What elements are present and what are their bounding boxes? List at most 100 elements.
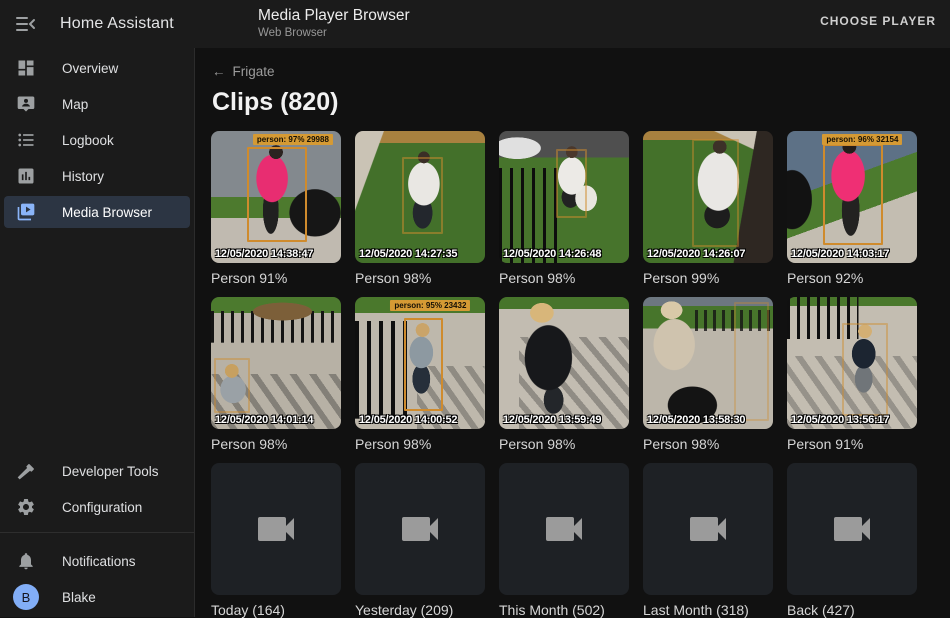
videocam-icon [828,505,876,553]
folder-thumbnail [787,463,917,595]
clip-label: Person 98% [355,270,485,286]
clip-card[interactable]: person: 96% 32154 12/05/2020 14:03:17 Pe… [787,131,917,286]
clip-label: Person 98% [499,436,629,452]
clip-card[interactable]: 12/05/2020 14:01:14 Person 98% [211,297,341,452]
folder-card-back[interactable]: Back (427) [787,463,917,618]
clip-thumbnail: person: 96% 32154 12/05/2020 14:03:17 [787,131,917,263]
detection-bounding-box [823,144,883,244]
detection-bounding-box [556,149,587,218]
folder-label: Today (164) [211,602,341,618]
folder-thumbnail [211,463,341,595]
clip-card[interactable]: 12/05/2020 13:56:17 Person 91% [787,297,917,452]
choose-player-button[interactable]: CHOOSE PLAYER [820,14,936,28]
clips-grid: person: 97% 29988 12/05/2020 14:38:47 Pe… [211,131,950,618]
clip-card[interactable]: 12/05/2020 14:27:35 Person 98% [355,131,485,286]
clip-timestamp: 12/05/2020 14:26:48 [503,248,601,260]
clip-card[interactable]: 12/05/2020 13:59:49 Person 98% [499,297,629,452]
clip-timestamp: 12/05/2020 14:38:47 [215,248,313,260]
clip-card[interactable]: 12/05/2020 14:26:07 Person 99% [643,131,773,286]
folder-card-this-month[interactable]: This Month (502) [499,463,629,618]
sidebar: Overview Map Logbook [0,48,195,617]
chart-box-icon [16,166,36,186]
media-browser-content: ← Frigate Clips (820) person: 97% 29988 … [196,48,950,617]
folder-card-last-month[interactable]: Last Month (318) [643,463,773,618]
app-title: Home Assistant [60,15,174,33]
clip-thumbnail: 12/05/2020 13:58:30 [643,297,773,429]
clip-thumbnail: 12/05/2020 14:26:07 [643,131,773,263]
folder-thumbnail [643,463,773,595]
sidebar-item-label: Configuration [62,500,142,515]
sidebar-item-overview[interactable]: Overview [4,52,190,84]
back-arrow-icon: ← [212,64,226,79]
sidebar-item-media-browser[interactable]: Media Browser [4,196,190,228]
clip-card[interactable]: person: 97% 29988 12/05/2020 14:38:47 Pe… [211,131,341,286]
clip-label: Person 98% [355,436,485,452]
detection-chip: person: 96% 32154 [822,134,902,145]
clip-card[interactable]: person: 95% 23432 12/05/2020 14:00:52 Pe… [355,297,485,452]
clip-thumbnail: person: 97% 29988 12/05/2020 14:38:47 [211,131,341,263]
sidebar-item-developer-tools[interactable]: Developer Tools [4,455,190,487]
list-bulleted-icon [16,130,36,150]
folder-label: Yesterday (209) [355,602,485,618]
clip-timestamp: 12/05/2020 14:27:35 [359,248,457,260]
folder-thumbnail [355,463,485,595]
breadcrumb-label: Frigate [233,64,275,79]
sidebar-item-notifications[interactable]: Notifications [4,545,190,577]
user-name: Blake [62,590,96,605]
videocam-icon [252,505,300,553]
clip-label: Person 98% [643,436,773,452]
page-title: Clips (820) [212,88,934,117]
hammer-icon [16,461,36,481]
sidebar-item-configuration[interactable]: Configuration [4,491,190,523]
detection-bounding-box [404,318,443,410]
clip-timestamp: 12/05/2020 13:59:49 [503,414,601,426]
sidebar-item-label: History [62,169,104,184]
videocam-icon [540,505,588,553]
view-title: Media Player Browser [258,7,410,25]
folder-card-yesterday[interactable]: Yesterday (209) [355,463,485,618]
clip-timestamp: 12/05/2020 13:56:17 [791,414,889,426]
folder-label: Last Month (318) [643,602,773,618]
clip-card[interactable]: 12/05/2020 13:58:30 Person 98% [643,297,773,452]
clip-label: Person 91% [211,270,341,286]
clip-thumbnail: 12/05/2020 14:26:48 [499,131,629,263]
detection-bounding-box [692,139,739,247]
sidebar-item-history[interactable]: History [4,160,190,192]
user-avatar: B [13,584,39,610]
sidebar-item-label: Overview [62,61,118,76]
detection-bounding-box [214,358,250,413]
sidebar-item-logbook[interactable]: Logbook [4,124,190,156]
account-location-icon [16,94,36,114]
clip-label: Person 92% [787,270,917,286]
clip-timestamp: 12/05/2020 14:00:52 [359,414,457,426]
bell-icon [16,551,36,571]
detection-bounding-box [247,147,307,242]
clip-label: Person 91% [787,436,917,452]
clip-timestamp: 12/05/2020 14:01:14 [215,414,313,426]
clip-thumbnail: 12/05/2020 13:59:49 [499,297,629,429]
sidebar-item-label: Map [62,97,88,112]
clip-thumbnail: 12/05/2020 14:27:35 [355,131,485,263]
sidebar-toggle-icon[interactable] [14,12,38,36]
sidebar-item-profile[interactable]: B Blake [4,581,190,613]
play-box-multiple-icon [16,202,36,222]
clip-timestamp: 12/05/2020 14:26:07 [647,248,745,260]
clip-card[interactable]: 12/05/2020 14:26:48 Person 98% [499,131,629,286]
clip-thumbnail: 12/05/2020 13:56:17 [787,297,917,429]
clip-timestamp: 12/05/2020 13:58:30 [647,414,745,426]
clip-label: Person 98% [211,436,341,452]
sidebar-item-map[interactable]: Map [4,88,190,120]
detection-bounding-box [842,323,889,415]
gear-icon [16,497,36,517]
sidebar-item-label: Media Browser [62,205,152,220]
folder-card-today[interactable]: Today (164) [211,463,341,618]
breadcrumb-back[interactable]: ← Frigate [212,64,275,79]
folder-label: Back (427) [787,602,917,618]
sidebar-item-label: Logbook [62,133,114,148]
clip-timestamp: 12/05/2020 14:03:17 [791,248,889,260]
detection-bounding-box [402,157,444,234]
clip-label: Person 98% [499,270,629,286]
view-title-block: Media Player Browser Web Browser [258,7,410,39]
view-dashboard-icon [16,58,36,78]
videocam-icon [684,505,732,553]
